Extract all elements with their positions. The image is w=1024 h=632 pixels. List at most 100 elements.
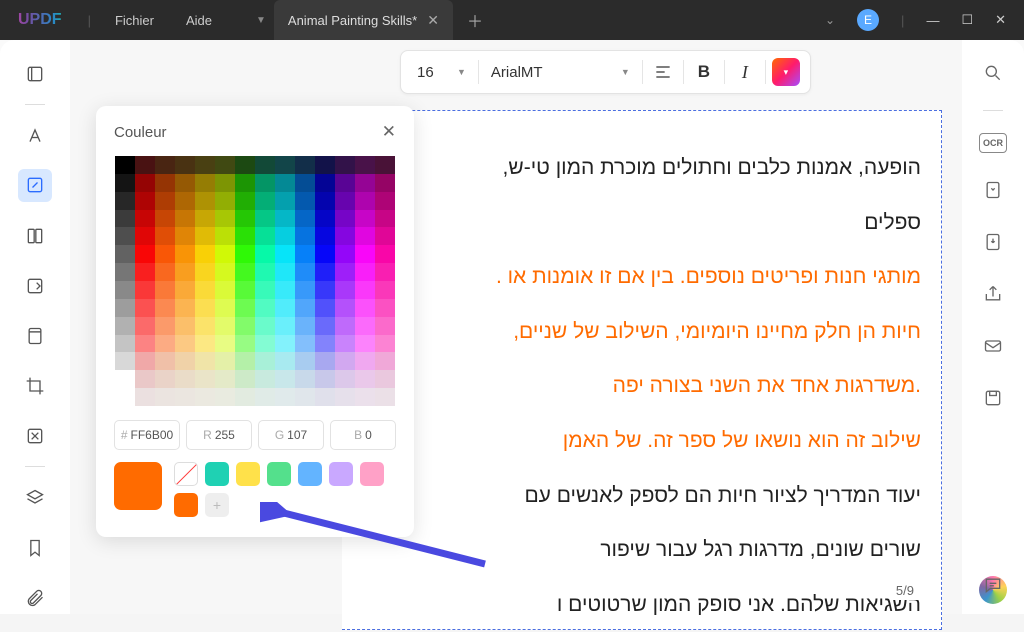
color-cell[interactable] — [375, 317, 395, 335]
document-tab[interactable]: Animal Painting Skills* ✕ — [274, 0, 453, 40]
color-cell[interactable] — [315, 299, 335, 317]
color-cell[interactable] — [355, 174, 375, 192]
color-cell[interactable] — [115, 281, 135, 299]
color-cell[interactable] — [235, 388, 255, 406]
color-cell[interactable] — [135, 352, 155, 370]
color-cell[interactable] — [135, 299, 155, 317]
color-cell[interactable] — [335, 227, 355, 245]
text-color-button[interactable] — [772, 58, 800, 86]
color-cell[interactable] — [215, 352, 235, 370]
color-cell[interactable] — [215, 299, 235, 317]
color-cell[interactable] — [155, 335, 175, 353]
color-cell[interactable] — [335, 335, 355, 353]
text-line[interactable]: שילוב זה הוא נושאו של ספר זה. של האמן — [372, 414, 921, 469]
bookmark-tool[interactable] — [18, 532, 52, 564]
color-cell[interactable] — [195, 227, 215, 245]
color-cell[interactable] — [315, 192, 335, 210]
color-cell[interactable] — [275, 299, 295, 317]
edit-tool[interactable] — [18, 169, 52, 201]
color-cell[interactable] — [195, 388, 215, 406]
color-cell[interactable] — [175, 192, 195, 210]
color-cell[interactable] — [275, 281, 295, 299]
color-cell[interactable] — [275, 210, 295, 228]
color-cell[interactable] — [175, 388, 195, 406]
form-tool[interactable] — [18, 270, 52, 302]
color-cell[interactable] — [135, 210, 155, 228]
new-tab-button[interactable]: ＋ — [467, 8, 483, 32]
text-line[interactable]: שורים שונים, מדרגות רגל עבור שיפור — [372, 523, 921, 578]
color-cell[interactable] — [255, 263, 275, 281]
color-cell[interactable] — [275, 352, 295, 370]
color-cell[interactable] — [155, 352, 175, 370]
color-cell[interactable] — [375, 227, 395, 245]
color-cell[interactable] — [135, 335, 155, 353]
color-cell[interactable] — [175, 245, 195, 263]
color-cell[interactable] — [295, 174, 315, 192]
color-cell[interactable] — [375, 156, 395, 174]
color-cell[interactable] — [315, 388, 335, 406]
color-cell[interactable] — [295, 156, 315, 174]
color-cell[interactable] — [355, 156, 375, 174]
hex-input[interactable]: #FF6B00 — [114, 420, 180, 450]
color-cell[interactable] — [295, 299, 315, 317]
color-cell[interactable] — [295, 352, 315, 370]
comment-tool[interactable] — [18, 119, 52, 151]
color-cell[interactable] — [255, 370, 275, 388]
color-cell[interactable] — [255, 352, 275, 370]
color-cell[interactable] — [215, 174, 235, 192]
color-cell[interactable] — [215, 370, 235, 388]
menu-help[interactable]: Aide — [170, 13, 228, 28]
color-cell[interactable] — [115, 210, 135, 228]
text-line[interactable]: ספלים — [372, 196, 921, 251]
color-cell[interactable] — [155, 227, 175, 245]
color-cell[interactable] — [155, 210, 175, 228]
color-cell[interactable] — [355, 245, 375, 263]
color-cell[interactable] — [235, 317, 255, 335]
color-cell[interactable] — [115, 156, 135, 174]
color-cell[interactable] — [275, 227, 295, 245]
color-cell[interactable] — [135, 156, 155, 174]
color-cell[interactable] — [155, 263, 175, 281]
color-cell[interactable] — [315, 370, 335, 388]
close-button[interactable]: ✕ — [995, 12, 1006, 28]
preset-swatch[interactable] — [267, 462, 291, 486]
color-cell[interactable] — [115, 192, 135, 210]
color-cell[interactable] — [175, 156, 195, 174]
save-icon[interactable] — [978, 383, 1008, 413]
color-cell[interactable] — [155, 156, 175, 174]
color-cell[interactable] — [215, 281, 235, 299]
color-cell[interactable] — [255, 245, 275, 263]
r-input[interactable]: R255 — [186, 420, 252, 450]
color-cell[interactable] — [335, 317, 355, 335]
color-cell[interactable] — [255, 227, 275, 245]
layers-tool[interactable] — [18, 481, 52, 513]
text-line[interactable]: יעוד המדריך לציור חיות הם לספק לאנשים עם — [372, 469, 921, 524]
color-cell[interactable] — [195, 299, 215, 317]
attachment-tool[interactable] — [18, 582, 52, 614]
color-cell[interactable] — [115, 263, 135, 281]
tab-dropdown-icon[interactable]: ▼ — [248, 15, 274, 26]
color-cell[interactable] — [295, 192, 315, 210]
color-cell[interactable] — [355, 388, 375, 406]
color-cell[interactable] — [355, 335, 375, 353]
font-size-dropdown[interactable]: 16 ▼ — [411, 64, 472, 81]
color-cell[interactable] — [115, 245, 135, 263]
color-cell[interactable] — [195, 174, 215, 192]
color-cell[interactable] — [355, 370, 375, 388]
color-cell[interactable] — [335, 156, 355, 174]
color-cell[interactable] — [215, 192, 235, 210]
color-cell[interactable] — [135, 174, 155, 192]
color-cell[interactable] — [115, 174, 135, 192]
color-cell[interactable] — [235, 299, 255, 317]
color-cell[interactable] — [135, 227, 155, 245]
color-cell[interactable] — [375, 263, 395, 281]
color-cell[interactable] — [195, 370, 215, 388]
color-cell[interactable] — [315, 263, 335, 281]
color-cell[interactable] — [135, 263, 155, 281]
reader-tool[interactable] — [18, 58, 52, 90]
color-cell[interactable] — [195, 156, 215, 174]
window-menu-icon[interactable]: ⌄ — [821, 13, 839, 27]
preset-swatch[interactable] — [329, 462, 353, 486]
preset-add[interactable]: + — [205, 493, 229, 517]
color-cell[interactable] — [235, 174, 255, 192]
